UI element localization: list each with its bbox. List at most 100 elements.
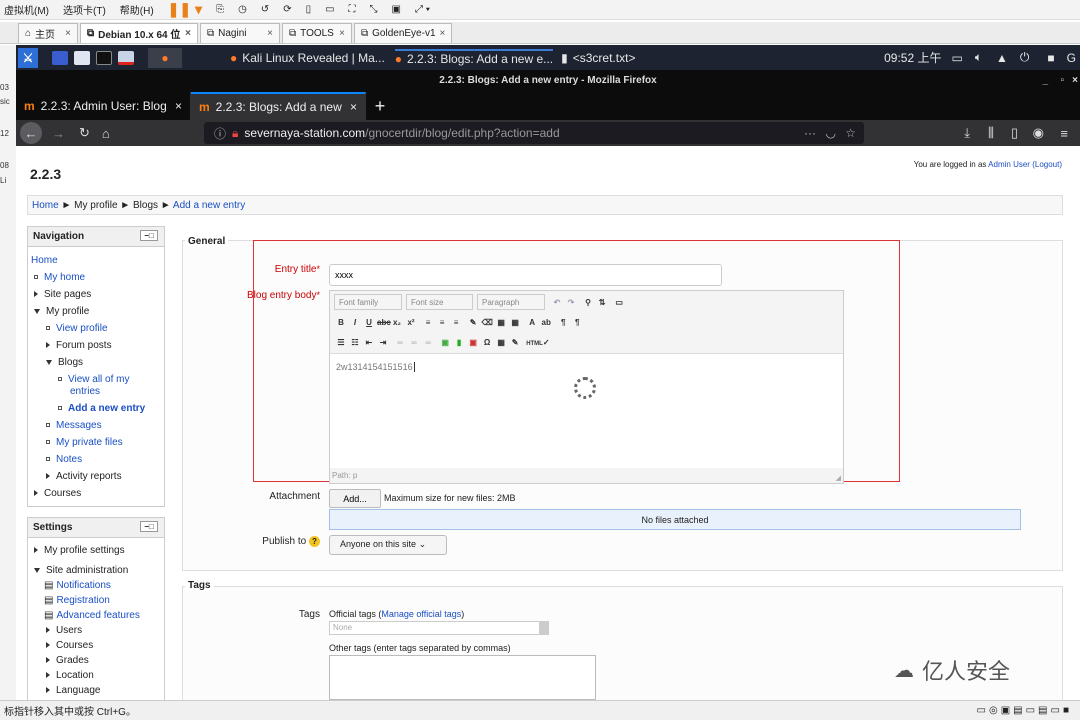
home-button[interactable]: ⌂ <box>102 126 110 141</box>
media-icon[interactable]: ▮ <box>453 338 465 349</box>
ltr-icon[interactable]: ¶ <box>557 318 569 329</box>
settings-advanced[interactable]: ▤ Advanced features <box>44 610 140 621</box>
outdent-icon[interactable]: ⇤ <box>363 338 375 349</box>
nav-activity-reports[interactable]: Activity reports <box>46 471 122 482</box>
nav-view-all-entries[interactable]: View all of my <box>58 374 130 385</box>
nav-messages[interactable]: Messages <box>46 420 102 431</box>
logout-link[interactable]: (Logout) <box>1032 160 1062 169</box>
firefox-launch-icon[interactable]: ● <box>148 47 182 68</box>
settings-location[interactable]: Location <box>46 670 94 681</box>
close-icon[interactable]: × <box>440 28 446 39</box>
underline-icon[interactable]: U <box>363 318 375 329</box>
html-icon[interactable]: HTML <box>526 341 543 352</box>
url-bar[interactable]: ⓘ 🔒︎ severnaya-station.com /gnocertdir/b… <box>204 122 864 144</box>
nav-site-pages[interactable]: Site pages <box>34 289 91 300</box>
scrollbar[interactable] <box>539 622 548 634</box>
nav-my-profile[interactable]: My profile <box>34 306 89 317</box>
nolink-icon[interactable]: ∞ <box>422 338 434 349</box>
settings-registration[interactable]: ▤ Registration <box>44 595 110 606</box>
device-icons[interactable]: ▭◎▣▤▭▤▭■ <box>977 705 1072 716</box>
font-size-select[interactable]: Font size <box>406 294 473 310</box>
spellcheck-icon[interactable]: ✓ <box>540 338 552 349</box>
file-drop-area[interactable]: No files attached <box>329 509 1021 530</box>
vm-tab-debian[interactable]: ⧉ Debian 10.x 64 位 × <box>80 23 198 43</box>
snapshot-icon[interactable]: ◷ <box>238 4 247 15</box>
kali-menu-icon[interactable]: ⚔ <box>18 47 38 68</box>
view-bottom-icon[interactable]: ▭ <box>325 4 334 15</box>
other-tags-textarea[interactable] <box>329 655 596 700</box>
bookmark-star-icon[interactable]: ☆ <box>845 126 856 140</box>
help-icon[interactable]: ? <box>309 536 320 547</box>
send-keys-icon[interactable]: ⎘ <box>216 4 224 15</box>
stretch-icon[interactable]: ⤢ ▾ <box>415 4 430 15</box>
lock-icon[interactable]: ■ <box>1047 51 1054 65</box>
nav-courses[interactable]: Courses <box>34 488 81 499</box>
vm-menu-vm[interactable]: 虚拟机(M) <box>4 2 49 17</box>
official-tags-select[interactable]: None <box>329 621 549 635</box>
fullscreen-editor-icon[interactable]: ▭ <box>613 298 625 309</box>
page-actions-icon[interactable]: ··· <box>804 126 816 140</box>
image-icon[interactable]: ▣ <box>439 338 451 349</box>
superscript-icon[interactable]: x² <box>405 318 417 329</box>
find-icon[interactable]: ⚲ <box>582 298 594 309</box>
nav-add-entry[interactable]: Add a new entry <box>58 403 145 414</box>
indent-icon[interactable]: ⇥ <box>377 338 389 349</box>
edit-icon[interactable]: ✎ <box>509 338 521 349</box>
vm-tab-tools[interactable]: ⧉ TOOLS × <box>282 23 352 43</box>
paragraph-select[interactable]: Paragraph <box>477 294 545 310</box>
unlink-icon[interactable]: ∞ <box>408 338 420 349</box>
notification-bell-icon[interactable]: ▲ <box>996 51 1008 65</box>
close-icon[interactable]: × <box>267 28 273 39</box>
nav-home[interactable]: Home <box>31 255 58 266</box>
manage-tags-link[interactable]: Manage official tags <box>381 609 461 619</box>
tab-admin-user-blog[interactable]: m 2.2.3: Admin User: Blog × <box>16 92 191 120</box>
breadcrumb-add-entry[interactable]: Add a new entry <box>173 200 245 211</box>
settings-notifications[interactable]: ▤ Notifications <box>44 580 111 591</box>
table-icon[interactable]: ▦ <box>495 338 507 349</box>
settings-courses[interactable]: Courses <box>46 640 93 651</box>
new-tab-button[interactable]: + <box>366 92 394 120</box>
close-icon[interactable]: × <box>339 28 345 39</box>
menu-icon[interactable]: ≡ <box>1060 126 1068 141</box>
back-button[interactable]: ← <box>20 122 42 144</box>
fullscreen-icon[interactable]: ⛶ <box>349 4 356 15</box>
special-char-icon[interactable]: Ω <box>481 338 493 349</box>
breadcrumb-blogs[interactable]: Blogs <box>133 200 158 211</box>
nav-view-profile[interactable]: View profile <box>46 323 108 334</box>
close-tab-icon[interactable]: × <box>175 99 182 113</box>
clean-icon[interactable]: ⌫ <box>481 318 493 329</box>
settings-grades[interactable]: Grades <box>46 655 89 666</box>
clear-format-icon[interactable]: ✎ <box>467 318 479 329</box>
breadcrumb-my-profile[interactable]: My profile <box>74 200 117 211</box>
paste-word-icon[interactable]: ▦ <box>509 318 521 329</box>
settings-my-profile[interactable]: My profile settings <box>34 545 125 556</box>
text-color-icon[interactable]: A <box>526 318 538 329</box>
downloads-icon[interactable]: ⤓ <box>964 125 970 141</box>
add-file-button[interactable]: Add... <box>329 489 381 508</box>
nav-my-home[interactable]: My home <box>34 272 85 283</box>
task-blogs[interactable]: ● 2.2.3: Blogs: Add a new e... <box>394 49 554 66</box>
dock-control-icon[interactable]: −□ <box>140 230 158 241</box>
close-icon[interactable]: × <box>65 28 71 39</box>
font-family-select[interactable]: Font family <box>334 294 402 310</box>
bold-icon[interactable]: B <box>335 318 347 329</box>
close-tab-icon[interactable]: × <box>350 100 357 114</box>
minimize-icon[interactable]: _ <box>1042 75 1048 86</box>
italic-icon[interactable]: I <box>349 318 361 329</box>
info-icon[interactable]: ⓘ <box>214 125 226 142</box>
replace-icon[interactable]: ⇅ <box>596 298 608 309</box>
strikethrough-icon[interactable]: abc <box>377 318 391 329</box>
console-icon[interactable]: ▣ <box>392 4 401 15</box>
site-title[interactable]: 2.2.3 <box>30 166 61 182</box>
forward-button[interactable]: → <box>52 126 65 141</box>
terminal-icon[interactable] <box>96 50 112 65</box>
entry-title-input[interactable] <box>329 264 722 286</box>
workspace-icon[interactable] <box>52 50 68 65</box>
pause-icon[interactable]: ❚❚ ▾ <box>168 1 202 18</box>
revert-icon[interactable]: ↺ <box>261 4 269 15</box>
power-icon[interactable]: ⏻ <box>1020 50 1030 65</box>
math-icon[interactable]: ▣ <box>467 338 479 349</box>
nav-forum-posts[interactable]: Forum posts <box>46 340 112 351</box>
volume-icon[interactable]: 🔈︎ <box>975 50 982 65</box>
nav-view-all-entries-2[interactable]: entries <box>70 386 100 397</box>
